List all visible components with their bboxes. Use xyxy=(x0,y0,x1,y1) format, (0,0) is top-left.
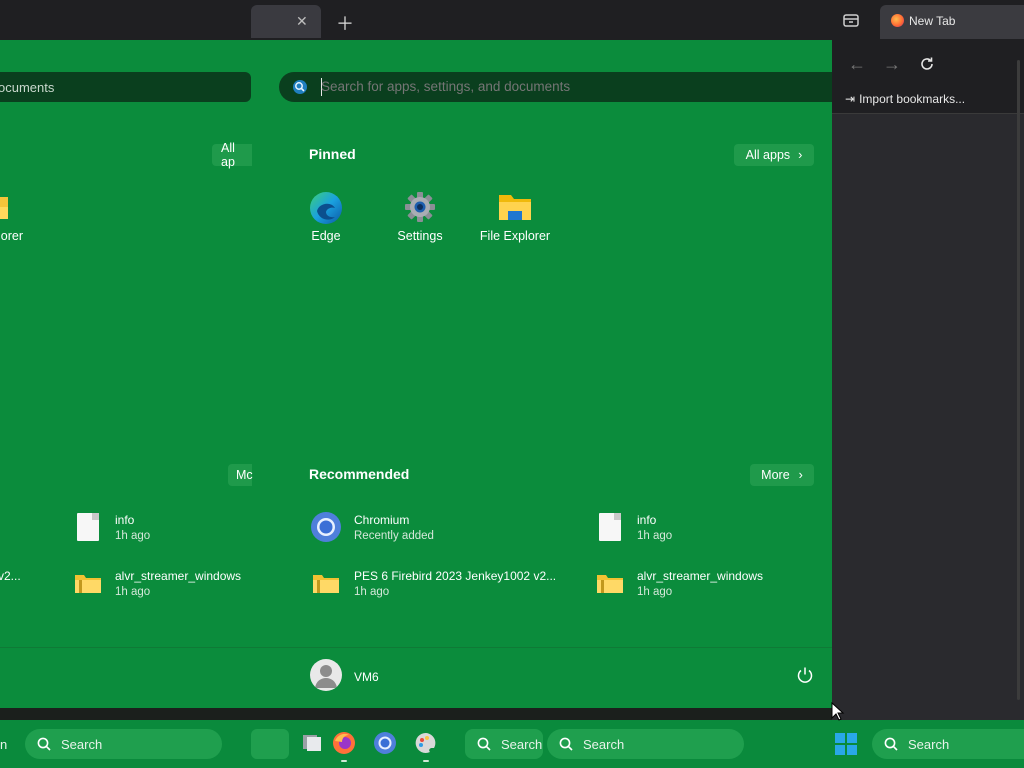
taskbar-search-label: Search xyxy=(501,736,543,752)
recommended-item-sub: Recently added xyxy=(354,530,434,542)
start-menu xyxy=(0,40,832,708)
search-icon xyxy=(884,737,898,751)
pinned-app-label[interactable]: Settings xyxy=(370,229,470,243)
taskbar-search-label: Search xyxy=(61,736,103,752)
ghost-more-button[interactable]: Mc xyxy=(228,464,253,486)
import-icon: ⇥ xyxy=(845,92,856,106)
import-bookmarks-label: Import bookmarks... xyxy=(859,92,966,106)
browser-tab-strip xyxy=(0,0,1024,40)
search-icon xyxy=(477,737,491,751)
pinned-app-label[interactable]: Edge xyxy=(276,229,376,243)
windows-start-icon[interactable] xyxy=(835,733,857,755)
power-icon[interactable] xyxy=(796,666,814,684)
taskbar-search[interactable]: Search xyxy=(872,729,1024,759)
import-bookmarks-link[interactable]: ⇥ Import bookmarks... xyxy=(845,92,965,106)
window-app-icon[interactable] xyxy=(300,731,324,755)
ghost-rec-name[interactable]: alvr_streamer_windows xyxy=(115,569,241,583)
running-indicator xyxy=(423,760,429,762)
running-indicator xyxy=(341,760,347,762)
browser-content-area xyxy=(832,40,1024,720)
document-icon xyxy=(599,513,621,541)
more-button[interactable]: More › xyxy=(750,464,814,486)
recommended-item-sub: 1h ago xyxy=(637,530,673,542)
tab-close-icon[interactable]: ✕ xyxy=(296,13,308,30)
avatar[interactable] xyxy=(310,659,342,691)
all-apps-button[interactable]: All apps › xyxy=(734,144,814,166)
footer-divider xyxy=(0,647,832,648)
paint-app-icon[interactable] xyxy=(414,731,438,755)
chevron-right-icon: › xyxy=(798,468,803,482)
forward-arrow-icon[interactable]: → xyxy=(883,54,901,75)
ghost-app-label: lorer xyxy=(0,229,24,243)
recommended-item-name[interactable]: PES 6 Firebird 2023 Jenkey1002 v2... xyxy=(354,569,556,583)
folder-icon[interactable] xyxy=(498,193,532,221)
start-search-input[interactable] xyxy=(321,79,801,94)
ghost-all-apps-label: All ap xyxy=(221,141,235,169)
ghost-rec-fragment: v2... xyxy=(0,569,21,583)
pinned-app-label[interactable]: File Explorer xyxy=(465,229,565,243)
taskbar-search-fragment[interactable] xyxy=(251,729,289,759)
chevron-right-icon: › xyxy=(798,148,803,162)
ghost-rec-sub: 1h ago xyxy=(115,530,151,542)
taskbar-top-edge xyxy=(0,708,832,720)
all-apps-label: All apps xyxy=(745,148,791,162)
taskbar-search[interactable]: Search xyxy=(547,729,744,759)
search-icon xyxy=(37,737,51,751)
reload-icon[interactable] xyxy=(919,56,935,72)
browser-tab-blank[interactable] xyxy=(251,5,321,38)
recommended-item-sub: 1h ago xyxy=(354,586,390,598)
recommended-item-name[interactable]: Chromium xyxy=(354,513,409,527)
recommended-item-sub: 1h ago xyxy=(637,586,673,598)
chromium-icon[interactable] xyxy=(310,511,342,543)
tab-label: New Tab xyxy=(909,14,956,28)
search-icon xyxy=(559,737,573,751)
ghost-more-label: Mc xyxy=(236,468,253,482)
taskbar-fragment: n xyxy=(0,737,8,752)
user-name[interactable]: VM6 xyxy=(354,670,379,684)
ghost-rec-sub: 1h ago xyxy=(115,586,151,598)
recommended-item-name[interactable]: alvr_streamer_windows xyxy=(637,569,763,583)
firefox-icon xyxy=(891,14,904,27)
ghost-all-apps-button[interactable]: All ap xyxy=(212,141,252,169)
scrollbar[interactable] xyxy=(1017,60,1020,700)
taskbar-search-label: Search xyxy=(583,736,625,752)
firefox-icon[interactable] xyxy=(332,731,356,755)
more-label: More xyxy=(761,468,790,482)
zip-folder-icon xyxy=(75,575,101,593)
edge-icon[interactable] xyxy=(309,191,343,225)
zip-folder-icon xyxy=(597,575,623,593)
user-icon xyxy=(315,665,337,688)
new-tab-plus-icon[interactable]: ＋ xyxy=(336,10,354,36)
gear-icon[interactable] xyxy=(404,191,436,223)
pinned-heading: Pinned xyxy=(309,146,356,162)
search-icon xyxy=(293,80,307,94)
taskbar-search[interactable]: Search xyxy=(25,729,222,759)
ghost-folder-icon[interactable] xyxy=(0,193,8,221)
zip-folder-icon xyxy=(313,575,339,593)
taskbar-search[interactable]: Search xyxy=(465,729,543,759)
taskbar-search-label: Search xyxy=(908,736,950,752)
document-icon xyxy=(77,513,99,541)
ghost-rec-name[interactable]: info xyxy=(115,513,134,527)
mouse-cursor-icon xyxy=(831,702,845,721)
chromium-icon[interactable] xyxy=(373,731,397,755)
tab-list-icon[interactable] xyxy=(840,12,862,28)
recommended-heading: Recommended xyxy=(309,466,410,482)
ghost-search-text: ocuments xyxy=(0,80,55,95)
back-arrow-icon[interactable]: ← xyxy=(848,54,866,75)
recommended-item-name[interactable]: info xyxy=(637,513,656,527)
